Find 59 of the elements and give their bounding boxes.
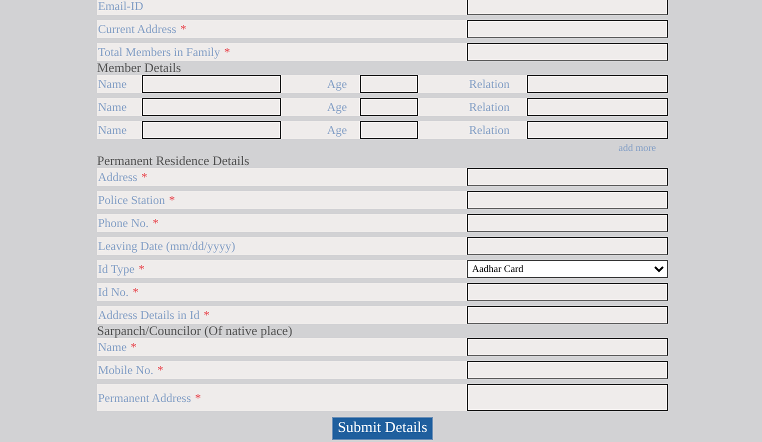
field-label: Relation [468,122,511,138]
input-field[interactable] [467,237,668,255]
input-field[interactable] [467,361,668,379]
required-marker: * [138,261,145,277]
section-heading: Member Details [97,61,182,74]
required-marker: * [169,192,175,208]
field-label: Age [326,122,348,138]
field-label: Name [97,339,127,355]
input-field[interactable] [142,121,281,139]
input-field[interactable] [467,306,668,324]
required-marker: * [130,339,137,355]
input-field[interactable] [142,98,281,116]
section-heading: Sarpanch/Councilor (Of native place) [97,324,294,337]
field-label: Relation [468,99,511,115]
input-field[interactable] [527,75,668,93]
input-field[interactable] [360,121,418,139]
text-area[interactable] [467,384,668,411]
field-label: Address Details in Id [97,307,200,323]
field-label: Mobile No. [97,362,154,378]
input-field[interactable] [467,214,668,232]
id-type-select[interactable]: Aadhar Card [467,260,668,278]
required-marker: * [224,44,230,60]
field-label: Permanent Address [97,390,191,406]
field-label: Total Members in Family [97,44,220,60]
field-label: Age [326,99,348,115]
field-label: Name [97,76,128,92]
field-label: Id Type [97,261,135,277]
required-marker: * [180,21,186,37]
input-field[interactable] [360,75,418,93]
field-label: Leaving Date (mm/dd/yyyy) [97,238,236,254]
input-field[interactable] [527,98,668,116]
input-field[interactable] [467,43,668,61]
required-marker: * [157,362,164,378]
section-heading: Permanent Residence Details [97,154,250,167]
input-field[interactable] [467,191,668,209]
input-field[interactable] [467,283,668,301]
required-marker: * [152,215,159,231]
field-label: Current Address [97,21,176,37]
field-label: Address [97,169,138,185]
required-marker: * [194,390,201,406]
submit-button[interactable]: Submit Details [332,417,434,440]
input-field[interactable] [467,338,668,356]
input-field[interactable] [527,121,668,139]
input-field[interactable] [360,98,418,116]
input-field[interactable] [142,75,281,93]
field-label: Email-ID [97,0,144,14]
field-label: Age [326,76,348,92]
required-marker: * [141,169,148,185]
required-marker: * [132,284,139,300]
field-label: Name [97,122,128,138]
field-label: Police Station [97,192,165,208]
input-field[interactable] [467,20,668,38]
required-marker: * [204,307,210,323]
field-label: Relation [468,76,511,92]
input-field[interactable] [467,168,668,186]
field-label: Name [97,99,128,115]
field-label: Phone No. [97,215,149,231]
field-label: Id No. [97,284,129,300]
input-field[interactable] [467,0,668,15]
